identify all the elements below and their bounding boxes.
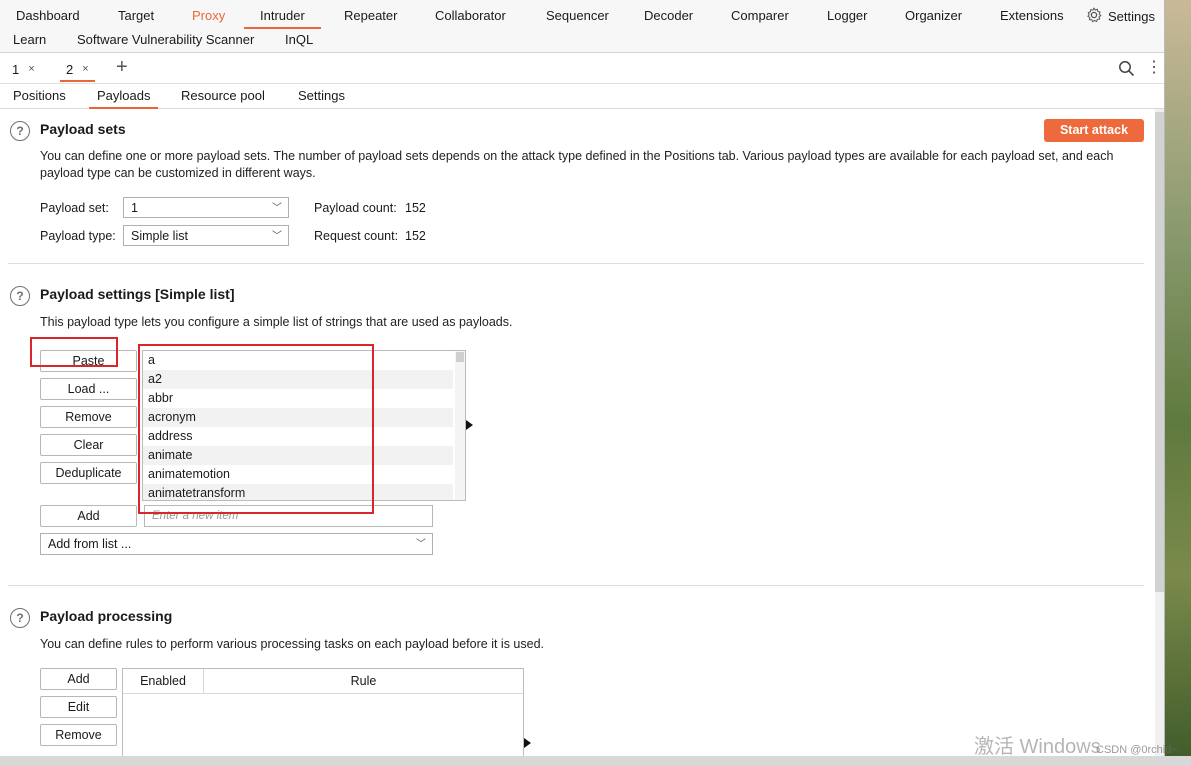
nav-decoder[interactable]: Decoder (644, 8, 693, 23)
payload-processing-description: You can define rules to perform various … (40, 637, 544, 651)
nav-intruder[interactable]: Intruder (244, 8, 321, 29)
chevron-down-icon: ﹀ (272, 203, 282, 214)
column-header-rule[interactable]: Rule (204, 669, 523, 694)
nav-logger[interactable]: Logger (827, 8, 867, 23)
deduplicate-button[interactable]: Deduplicate (40, 462, 137, 484)
nav-target[interactable]: Target (118, 8, 154, 23)
expand-arrow-icon[interactable] (524, 738, 531, 748)
more-options-icon[interactable]: ⋮ (1146, 60, 1162, 76)
intruder-tab-bar: 1 × 2 × (0, 53, 1164, 84)
chevron-down-icon: ﹀ (272, 231, 282, 242)
nav-dashboard[interactable]: Dashboard (16, 8, 80, 23)
tab-label: 2 (66, 61, 74, 77)
nav-proxy[interactable]: Proxy (192, 8, 225, 23)
payload-settings-description: This payload type lets you configure a s… (40, 315, 513, 329)
nav-vuln-scanner[interactable]: Software Vulnerability Scanner (77, 32, 254, 47)
add-tab-icon[interactable]: + (116, 57, 128, 77)
scroll-thumb[interactable] (456, 352, 464, 362)
payload-count-value: 152 (405, 201, 426, 215)
intruder-tab-2[interactable]: 2 × (60, 58, 95, 82)
annotation-box-list (138, 344, 374, 514)
activate-windows-watermark: 激活 Windows (974, 736, 1101, 758)
tab-resource-pool[interactable]: Resource pool (181, 88, 265, 107)
nav-extensions[interactable]: Extensions (1000, 8, 1064, 23)
payloads-panel: ? Payload sets Start attack You can defi… (0, 109, 1156, 756)
payload-type-label: Payload type: (40, 229, 116, 243)
nav-learn[interactable]: Learn (13, 32, 46, 47)
clear-button[interactable]: Clear (40, 434, 137, 456)
nav-organizer[interactable]: Organizer (905, 8, 962, 23)
section-title-payload-sets: Payload sets (40, 121, 126, 137)
desktop-background (1164, 0, 1191, 766)
payload-set-label: Payload set: (40, 201, 109, 215)
tab-label: 1 (12, 61, 20, 77)
add-item-button[interactable]: Add (40, 505, 137, 527)
load-button[interactable]: Load ... (40, 378, 137, 400)
payload-set-select[interactable]: 1 ﹀ (123, 197, 289, 218)
nav-repeater[interactable]: Repeater (344, 8, 397, 23)
intruder-subtabs: Positions Payloads Resource pool Setting… (0, 84, 1164, 109)
payload-type-value: Simple list (131, 229, 188, 243)
help-icon[interactable]: ? (10, 121, 30, 141)
nav-comparer[interactable]: Comparer (731, 8, 789, 23)
remove-button[interactable]: Remove (40, 406, 137, 428)
section-title-payload-settings: Payload settings [Simple list] (40, 286, 235, 302)
remove-rule-button[interactable]: Remove (40, 724, 117, 746)
section-title-payload-processing: Payload processing (40, 608, 173, 624)
nav-inql[interactable]: InQL (285, 32, 313, 47)
close-icon[interactable]: × (82, 63, 88, 75)
add-from-list-value: Add from list ... (48, 537, 132, 551)
tab-positions[interactable]: Positions (13, 88, 66, 107)
csdn-watermark: CSDN @0rchid~ (1096, 744, 1178, 756)
nav-collaborator[interactable]: Collaborator (435, 8, 506, 23)
chevron-down-icon: ﹀ (416, 539, 426, 550)
main-scroll-thumb[interactable] (1155, 112, 1164, 592)
list-scrollbar[interactable] (455, 351, 465, 500)
request-count-value: 152 (405, 229, 426, 243)
annotation-box-paste (30, 337, 118, 367)
search-icon[interactable] (1118, 60, 1135, 77)
close-icon[interactable]: × (28, 63, 34, 75)
payload-set-value: 1 (131, 201, 138, 215)
intruder-tab-1[interactable]: 1 × (6, 58, 41, 80)
add-rule-button[interactable]: Add (40, 668, 117, 690)
section-divider (8, 263, 1144, 264)
help-icon[interactable]: ? (10, 286, 30, 306)
burp-window: Dashboard Target Proxy Intruder Repeater… (0, 0, 1165, 756)
payload-count-label: Payload count: (314, 201, 397, 215)
add-from-list-select[interactable]: Add from list ... ﹀ (40, 533, 433, 555)
nav-sequencer[interactable]: Sequencer (546, 8, 609, 23)
request-count-label: Request count: (314, 229, 399, 243)
payload-type-select[interactable]: Simple list ﹀ (123, 225, 289, 246)
processing-rules-table[interactable]: Enabled Rule (122, 668, 524, 756)
top-navigation: Dashboard Target Proxy Intruder Repeater… (0, 0, 1164, 53)
section-divider (8, 585, 1144, 586)
column-header-enabled[interactable]: Enabled (123, 669, 204, 694)
tab-payloads[interactable]: Payloads (89, 88, 159, 109)
tab-settings[interactable]: Settings (298, 88, 345, 107)
help-icon[interactable]: ? (10, 608, 30, 628)
edit-rule-button[interactable]: Edit (40, 696, 117, 718)
nav-settings[interactable]: Settings (1108, 9, 1155, 24)
gear-icon[interactable] (1086, 7, 1102, 23)
payload-sets-description: You can define one or more payload sets.… (40, 149, 1114, 180)
expand-arrow-icon[interactable] (466, 420, 473, 430)
start-attack-button[interactable]: Start attack (1044, 119, 1144, 142)
